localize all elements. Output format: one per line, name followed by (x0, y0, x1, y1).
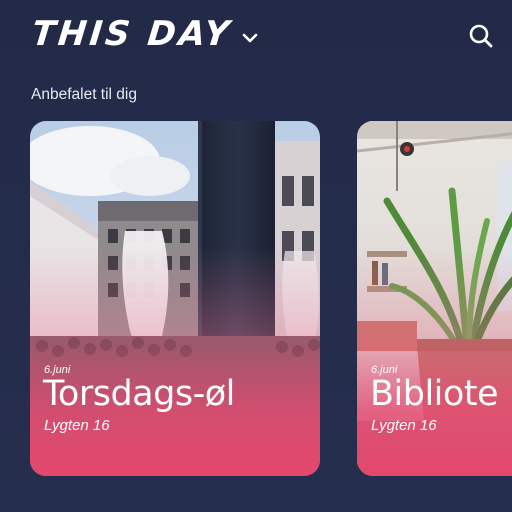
search-icon[interactable] (468, 23, 494, 49)
event-card[interactable]: 6.juni Bibliote Lygten 16 (357, 121, 512, 476)
card-venue: Lygten 16 (44, 417, 110, 434)
app-title: THIS DAY (29, 14, 234, 54)
card-title: Torsdags-øl (43, 374, 235, 414)
event-card[interactable]: 6.juni Torsdags-øl Lygten 16 (30, 121, 320, 476)
city-selector[interactable]: THIS DAY (29, 14, 260, 54)
chevron-down-icon[interactable] (240, 28, 260, 48)
app-screen: THIS DAY Anbefalet til dig 6.juni Torsda… (0, 0, 512, 512)
section-heading: Anbefalet til dig (31, 86, 137, 103)
card-title: Bibliote (370, 374, 499, 414)
card-venue: Lygten 16 (371, 417, 437, 434)
